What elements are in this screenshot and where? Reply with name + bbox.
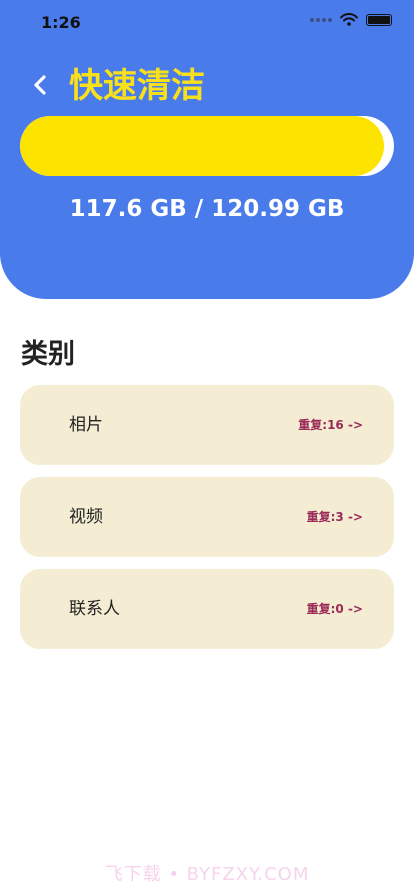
storage-usage-text: 117.6 GB / 120.99 GB bbox=[69, 196, 345, 222]
category-card-videos[interactable]: 视频 重复:3 -> bbox=[20, 477, 394, 557]
watermark: 飞下载 • BYFZXY.COM bbox=[104, 864, 310, 885]
status-time: 1:26 bbox=[41, 13, 81, 32]
page-title: 快速清洁 bbox=[69, 66, 205, 106]
section-title: 类别 bbox=[21, 339, 75, 370]
storage-progress-fill bbox=[20, 116, 384, 176]
category-name: 视频 bbox=[69, 507, 103, 527]
duplicate-count: 重复:0 -> bbox=[306, 602, 363, 616]
category-name: 相片 bbox=[69, 415, 103, 435]
chevron-left-icon bbox=[34, 75, 46, 95]
back-button[interactable] bbox=[26, 68, 56, 102]
duplicate-count: 重复:16 -> bbox=[298, 418, 363, 432]
signal-dots-icon bbox=[310, 17, 332, 22]
header: 1:26 快速清洁 117.6 GB / 120.99 GB bbox=[0, 0, 414, 299]
battery-icon bbox=[366, 13, 392, 26]
category-card-photos[interactable]: 相片 重复:16 -> bbox=[20, 385, 394, 465]
category-card-contacts[interactable]: 联系人 重复:0 -> bbox=[20, 569, 394, 649]
duplicate-count: 重复:3 -> bbox=[306, 510, 363, 524]
category-name: 联系人 bbox=[69, 599, 120, 619]
storage-progress-bar bbox=[20, 116, 394, 176]
status-icons bbox=[310, 13, 392, 26]
wifi-icon bbox=[340, 13, 358, 26]
